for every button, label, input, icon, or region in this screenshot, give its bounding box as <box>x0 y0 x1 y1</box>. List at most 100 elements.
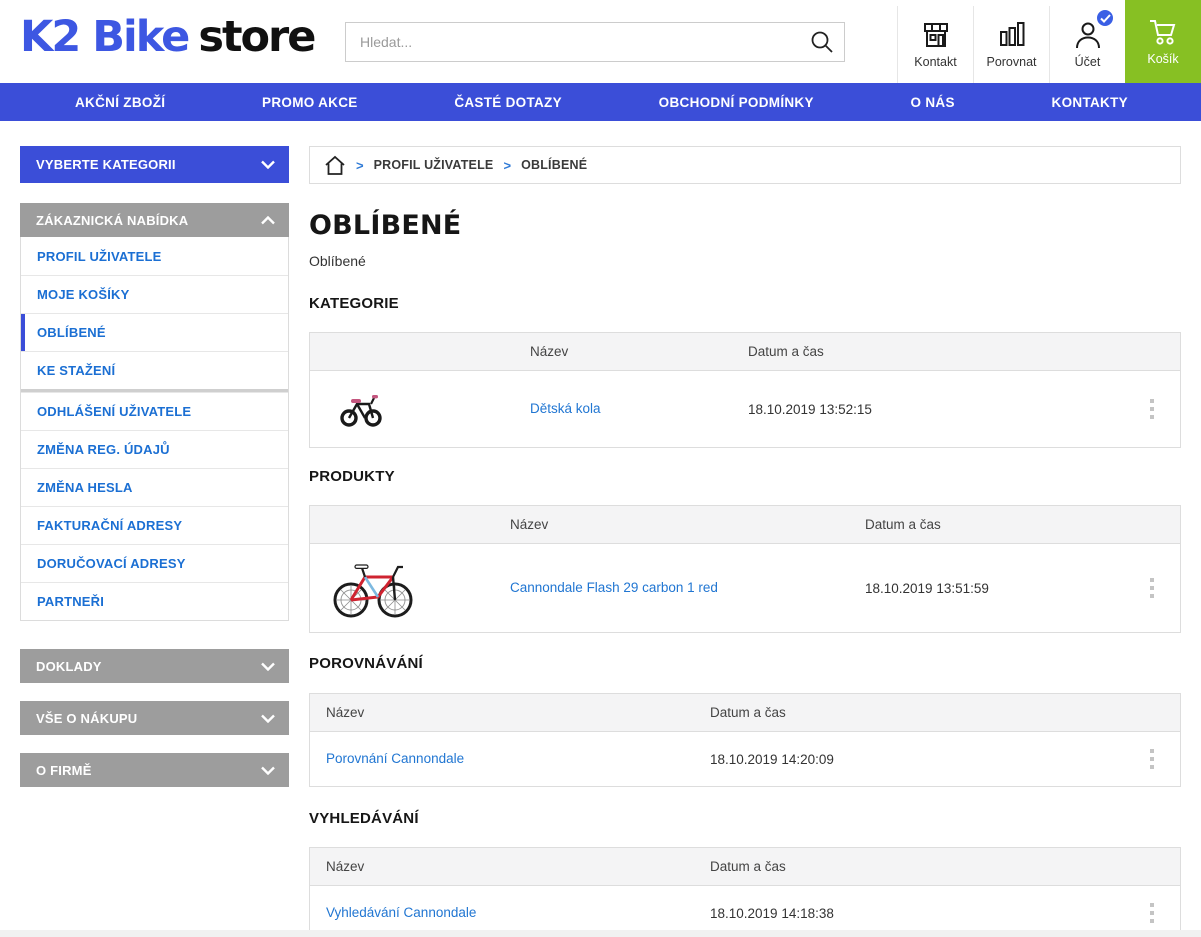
row-menu-kebab-icon[interactable] <box>1124 743 1180 775</box>
search-button[interactable] <box>800 23 844 61</box>
breadcrumb-profil-uzivatele[interactable]: PROFIL UŽIVATELE <box>374 158 494 172</box>
sidebar-item-label: MOJE KOŠÍKY <box>37 287 130 302</box>
table-header-row: Název Datum a čas <box>310 694 1180 732</box>
sidebar-item-oblibene[interactable]: OBLÍBENÉ <box>21 313 288 351</box>
header-action-label: Kontakt <box>914 55 956 69</box>
sidebar-menu: PROFIL UŽIVATELE MOJE KOŠÍKY OBLÍBENÉ KE… <box>20 237 289 621</box>
comparison-link[interactable]: Porovnání Cannondale <box>326 751 464 766</box>
home-icon[interactable] <box>324 155 346 176</box>
main-content: > PROFIL UŽIVATELE > OBLÍBENÉ OBLÍBENÉ O… <box>309 146 1181 937</box>
sidebar-group-o-firme[interactable]: O FIRMĚ <box>20 753 289 787</box>
section-heading-kategorie: KATEGORIE <box>309 295 1181 312</box>
sidebar-item-zmena-hesla[interactable]: ZMĚNA HESLA <box>21 468 288 506</box>
header-action-porovnat[interactable]: Porovnat <box>973 6 1049 83</box>
table-row: Dětská kola 18.10.2019 13:52:15 <box>310 371 1180 447</box>
nav-item-akcni-zbozi[interactable]: AKČNÍ ZBOŽÍ <box>75 95 165 110</box>
column-header-datum: Datum a čas <box>748 344 1124 359</box>
sidebar-item-label: ODHLÁŠENÍ UŽIVATELE <box>37 404 191 419</box>
header-action-ucet[interactable]: Účet <box>1049 6 1125 83</box>
sidebar-item-label: PARTNEŘI <box>37 594 104 609</box>
column-header-nazev: Název <box>310 705 710 720</box>
sidebar-item-label: OBLÍBENÉ <box>37 325 106 340</box>
search-icon <box>809 29 835 55</box>
search-history-link[interactable]: Vyhledávání Cannondale <box>326 905 476 920</box>
sidebar-group-zakaznicka-nabidka[interactable]: ZÁKAZNICKÁ NABÍDKA <box>20 203 289 237</box>
nav-item-caste-dotazy[interactable]: ČASTÉ DOTAZY <box>454 95 562 110</box>
check-icon <box>1100 14 1111 23</box>
sidebar-group-label: VŠE O NÁKUPU <box>36 711 137 726</box>
chevron-down-icon <box>261 160 275 169</box>
breadcrumb: > PROFIL UŽIVATELE > OBLÍBENÉ <box>309 146 1181 184</box>
chevron-up-icon <box>261 216 275 225</box>
sidebar-item-moje-kosiky[interactable]: MOJE KOŠÍKY <box>21 275 288 313</box>
chevron-down-icon <box>261 714 275 723</box>
product-datetime: 18.10.2019 13:51:59 <box>865 581 1124 596</box>
nav-item-kontakty[interactable]: KONTAKTY <box>1052 95 1128 110</box>
category-datetime: 18.10.2019 13:52:15 <box>748 402 1124 417</box>
produkty-table: Název Datum a čas <box>309 505 1181 633</box>
sidebar-item-odhlaseni-uzivatele[interactable]: ODHLÁŠENÍ UŽIVATELE <box>21 392 288 430</box>
category-select[interactable]: VYBERTE KATEGORII <box>20 146 289 183</box>
column-header-nazev: Název <box>310 859 710 874</box>
store-logo[interactable]: K2 Bikestore <box>20 12 314 62</box>
nav-item-obchodni-podminky[interactable]: OBCHODNÍ PODMÍNKY <box>659 95 814 110</box>
table-header-row: Název Datum a čas <box>310 333 1180 371</box>
section-heading-porovnavani: POROVNÁVÁNÍ <box>309 655 1181 672</box>
column-header-datum: Datum a čas <box>710 859 1124 874</box>
sidebar-group-label: ZÁKAZNICKÁ NABÍDKA <box>36 213 188 228</box>
header-action-label: Košík <box>1147 52 1178 66</box>
porovnavani-table: Název Datum a čas Porovnání Cannondale 1… <box>309 693 1181 787</box>
mountain-bike-photo <box>330 555 510 621</box>
sidebar-item-partneri[interactable]: PARTNEŘI <box>21 582 288 620</box>
comparison-datetime: 18.10.2019 14:20:09 <box>710 752 1124 767</box>
table-header-row: Název Datum a čas <box>310 848 1180 886</box>
section-heading-produkty: PRODUKTY <box>309 468 1181 485</box>
sidebar-item-ke-stazeni[interactable]: KE STAŽENÍ <box>21 351 288 389</box>
sidebar-item-label: ZMĚNA REG. ÚDAJŮ <box>37 442 170 457</box>
sidebar-item-fakturacni-adresy[interactable]: FAKTURAČNÍ ADRESY <box>21 506 288 544</box>
nav-item-o-nas[interactable]: O NÁS <box>911 95 955 110</box>
header-action-label: Porovnat <box>986 55 1036 69</box>
column-header-datum: Datum a čas <box>710 705 1124 720</box>
sidebar-item-label: FAKTURAČNÍ ADRESY <box>37 518 182 533</box>
sidebar-group-doklady[interactable]: DOKLADY <box>20 649 289 683</box>
sidebar: VYBERTE KATEGORII ZÁKAZNICKÁ NABÍDKA PRO… <box>20 146 289 787</box>
search-input[interactable] <box>346 34 800 50</box>
breadcrumb-separator-icon: > <box>356 158 364 173</box>
vyhledavani-table: Název Datum a čas Vyhledávání Cannondale… <box>309 847 1181 937</box>
bar-chart-icon <box>998 21 1026 49</box>
sidebar-item-zmena-reg-udaju[interactable]: ZMĚNA REG. ÚDAJŮ <box>21 430 288 468</box>
column-header-nazev: Název <box>510 517 865 532</box>
column-header-datum: Datum a čas <box>865 517 1124 532</box>
category-select-label: VYBERTE KATEGORII <box>36 157 176 172</box>
category-thumbnail <box>310 391 530 427</box>
section-heading-vyhledavani: VYHLEDÁVÁNÍ <box>309 810 1181 827</box>
sidebar-group-label: O FIRMĚ <box>36 763 92 778</box>
sidebar-item-dorucovaci-adresy[interactable]: DORUČOVACÍ ADRESY <box>21 544 288 582</box>
header-action-label: Účet <box>1075 55 1101 69</box>
sidebar-item-label: DORUČOVACÍ ADRESY <box>37 556 186 571</box>
header-action-kontakt[interactable]: Kontakt <box>897 6 973 83</box>
table-row: Porovnání Cannondale 18.10.2019 14:20:09 <box>310 732 1180 786</box>
product-link[interactable]: Cannondale Flash 29 carbon 1 red <box>510 580 718 595</box>
nav-item-promo-akce[interactable]: PROMO AKCE <box>262 95 358 110</box>
sidebar-group-label: DOKLADY <box>36 659 102 674</box>
chevron-down-icon <box>261 662 275 671</box>
table-header-row: Název Datum a čas <box>310 506 1180 544</box>
kategorie-table: Název Datum a čas <box>309 332 1181 448</box>
page-subtitle: Oblíbené <box>309 253 1181 269</box>
row-menu-kebab-icon[interactable] <box>1124 393 1180 425</box>
page: K2 Bikestore <box>0 0 1201 937</box>
header-actions: Kontakt Porovnat <box>897 6 1201 83</box>
search-history-datetime: 18.10.2019 14:18:38 <box>710 906 1124 921</box>
row-menu-kebab-icon[interactable] <box>1124 897 1180 929</box>
sidebar-group-vse-o-nakupu[interactable]: VŠE O NÁKUPU <box>20 701 289 735</box>
product-thumbnail <box>310 555 510 621</box>
sidebar-item-profil-uzivatele[interactable]: PROFIL UŽIVATELE <box>21 237 288 275</box>
row-menu-kebab-icon[interactable] <box>1124 572 1180 604</box>
page-title: OBLÍBENÉ <box>309 210 1181 241</box>
sidebar-item-label: PROFIL UŽIVATELE <box>37 249 162 264</box>
category-link[interactable]: Dětská kola <box>530 401 601 416</box>
breadcrumb-separator-icon: > <box>503 158 511 173</box>
header-action-kosik[interactable]: Košík <box>1125 0 1201 83</box>
